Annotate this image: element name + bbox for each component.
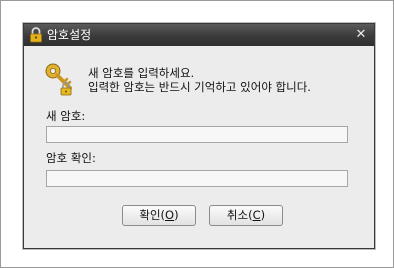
- lock-icon: [30, 27, 42, 43]
- ok-button-label: 확인: [139, 208, 161, 222]
- cancel-button-label: 취소: [226, 208, 249, 222]
- ok-button-paren-close: ): [174, 208, 179, 222]
- confirm-password-label: 암호 확인:: [46, 151, 96, 165]
- screenshot-frame: 암호설정 ✕ 새 암호를 입력하세요. 입력한 암호는 반드시 기억하고 있어야…: [0, 0, 394, 268]
- ok-button[interactable]: 확인(O): [122, 205, 196, 226]
- password-dialog: 암호설정 ✕ 새 암호를 입력하세요. 입력한 암호는 반드시 기억하고 있어야…: [23, 23, 375, 249]
- instruction-line-1: 새 암호를 입력하세요.: [88, 66, 195, 80]
- dialog-title: 암호설정: [47, 28, 92, 42]
- cancel-button-mnemonic: C: [252, 208, 261, 222]
- key-icon: [45, 63, 72, 96]
- new-password-label: 새 암호:: [46, 109, 86, 123]
- close-icon[interactable]: ✕: [354, 27, 368, 43]
- cancel-button[interactable]: 취소(C): [209, 205, 283, 226]
- new-password-input[interactable]: [46, 126, 348, 143]
- ok-button-mnemonic: O: [165, 208, 175, 222]
- title-bar[interactable]: 암호설정 ✕: [24, 24, 374, 46]
- confirm-password-input[interactable]: [46, 170, 348, 187]
- instruction-text: 새 암호를 입력하세요. 입력한 암호는 반드시 기억하고 있어야 합니다.: [88, 66, 311, 94]
- instruction-line-2: 입력한 암호는 반드시 기억하고 있어야 합니다.: [88, 80, 311, 94]
- cancel-button-paren-close: ): [260, 208, 266, 222]
